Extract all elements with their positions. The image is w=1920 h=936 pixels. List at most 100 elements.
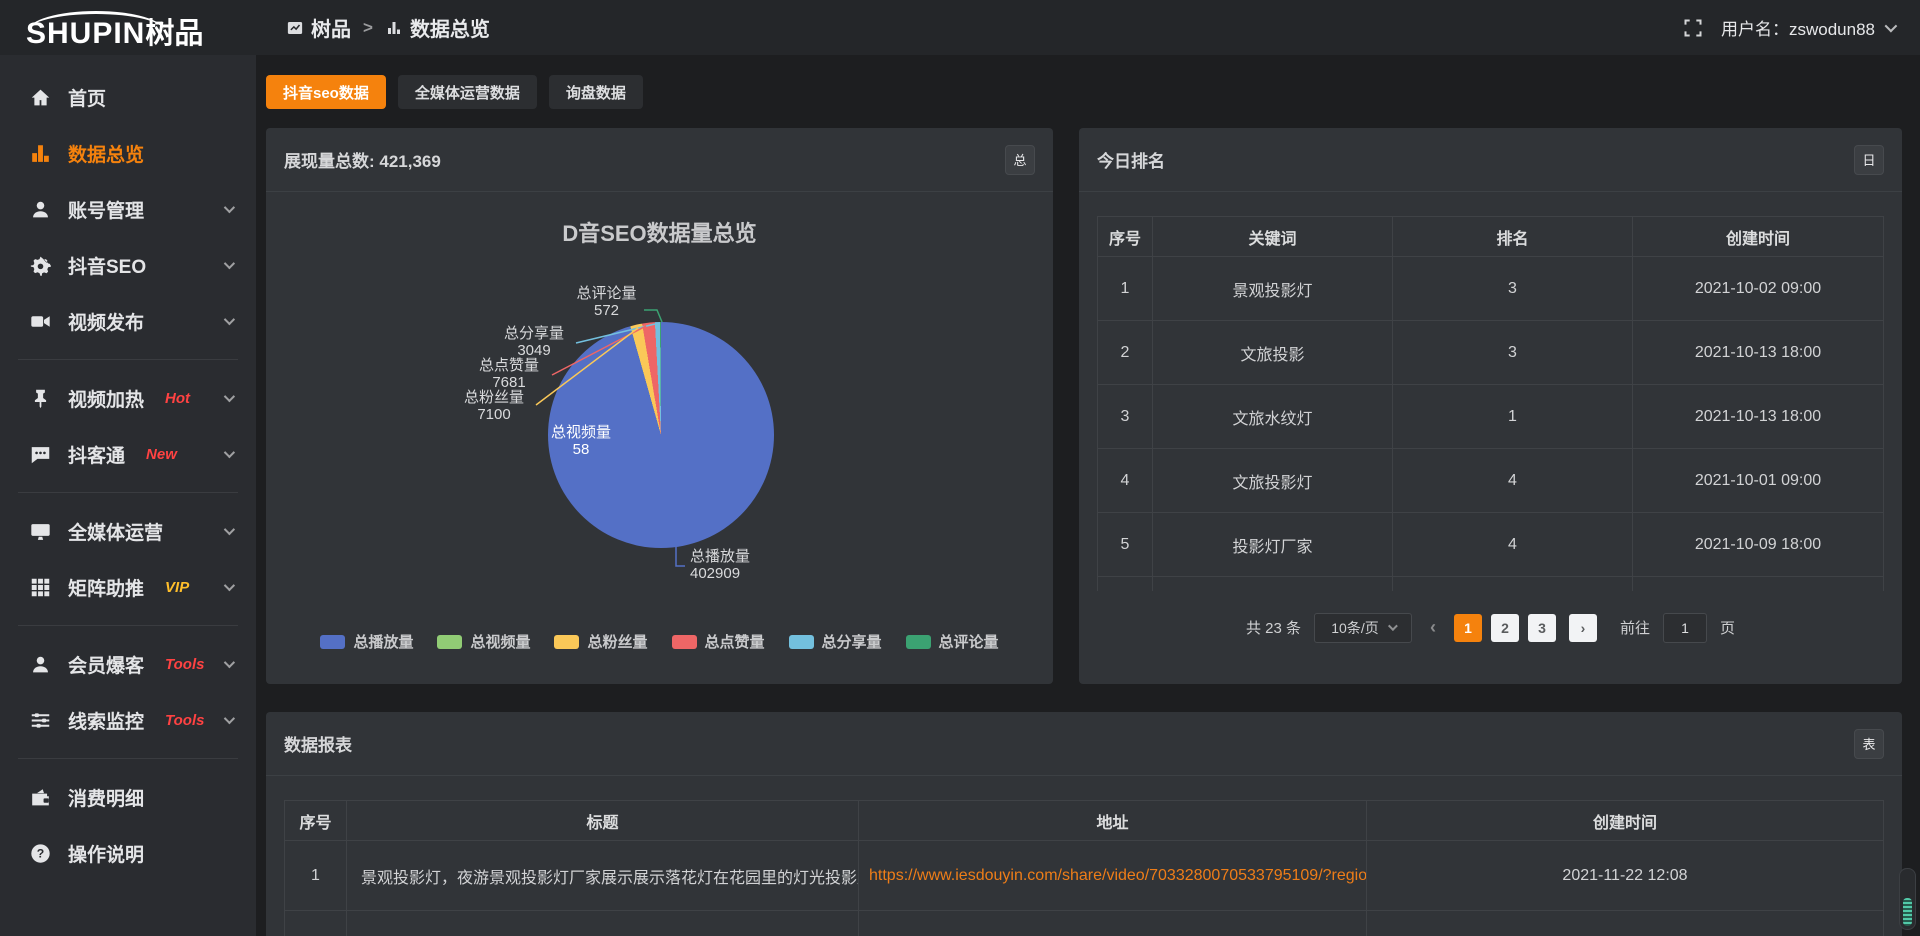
member-icon xyxy=(30,654,51,675)
wallet-icon xyxy=(30,787,51,808)
tab-inquiry-data[interactable]: 询盘数据 xyxy=(549,75,643,109)
breadcrumb-separator: > xyxy=(363,18,373,38)
sidebar-item-data-overview[interactable]: 数据总览 xyxy=(0,125,256,181)
table-cell xyxy=(1633,577,1884,591)
table-cell: 3 xyxy=(1393,257,1633,321)
sidebar-item-help[interactable]: ?操作说明 xyxy=(0,825,256,881)
chart-title: D音SEO数据量总览 xyxy=(266,216,1053,248)
legend-item[interactable]: 总视频量 xyxy=(437,631,530,652)
sidebar-item-douketong[interactable]: 抖客通 New xyxy=(0,426,256,482)
table-toggle-button[interactable]: 表 xyxy=(1854,729,1884,759)
tab-media-ops-data[interactable]: 全媒体运营数据 xyxy=(398,75,537,109)
page-size-select[interactable]: 10条/页 xyxy=(1314,613,1412,643)
page-button-1[interactable]: 1 xyxy=(1454,614,1482,642)
sidebar-item-label: 视频发布 xyxy=(68,308,144,335)
table-cell: 1 xyxy=(1393,385,1633,449)
pie-label-fans: 总粉丝量7100 xyxy=(454,389,534,423)
page-button-2[interactable]: 2 xyxy=(1491,614,1519,642)
bar-chart-icon xyxy=(30,143,51,164)
home-icon xyxy=(30,87,51,108)
ranking-panel-title: 今日排名 xyxy=(1097,147,1165,172)
column-header: 创建时间 xyxy=(1367,801,1884,841)
sidebar-item-clue-monitor[interactable]: 线索监控 Tools xyxy=(0,692,256,748)
legend-item[interactable]: 总分享量 xyxy=(789,631,882,652)
sidebar-item-member-leads[interactable]: 会员爆客Tools xyxy=(0,636,256,692)
help-icon: ? xyxy=(30,843,51,864)
column-header: 创建时间 xyxy=(1633,217,1884,257)
sidebar-item-matrix-boost[interactable]: 矩阵助推VIP xyxy=(0,559,256,615)
legend-item[interactable]: 总点赞量 xyxy=(672,631,765,652)
scrollbar[interactable] xyxy=(1899,868,1916,930)
sidebar-item-video-heat[interactable]: 视频加热Hot xyxy=(0,370,256,426)
legend-item[interactable]: 总播放量 xyxy=(320,631,413,652)
legend-swatch xyxy=(554,635,579,649)
legend-item[interactable]: 总评论量 xyxy=(906,631,999,652)
tab-douyin-seo-data[interactable]: 抖音seo数据 xyxy=(266,75,386,109)
table-cell xyxy=(1367,911,1884,936)
day-toggle-button[interactable]: 日 xyxy=(1854,145,1884,175)
chevron-down-icon xyxy=(1885,20,1898,33)
column-header: 序号 xyxy=(1098,217,1153,257)
report-panel: 数据报表 表 序号标题地址创建时间 1景观投影灯，夜游景观投影灯厂家展示展示落花… xyxy=(266,712,1902,936)
legend-item[interactable]: 总粉丝量 xyxy=(554,631,647,652)
chevron-down-icon xyxy=(1388,621,1398,631)
legend-swatch xyxy=(906,635,931,649)
next-page-button[interactable]: › xyxy=(1569,614,1597,642)
breadcrumb-label: 树品 xyxy=(311,13,351,42)
goto-page-input[interactable] xyxy=(1663,613,1707,643)
report-panel-header: 数据报表 表 xyxy=(266,712,1902,776)
user-menu[interactable]: 用户名：zswodun88 xyxy=(1721,15,1894,40)
sidebar-item-media-ops[interactable]: 全媒体运营 xyxy=(0,503,256,559)
breadcrumb-item-current[interactable]: 数据总览 xyxy=(385,13,490,42)
report-table: 序号标题地址创建时间 1景观投影灯，夜游景观投影灯厂家展示展示落花灯在花园里的灯… xyxy=(284,800,1884,936)
chevron-down-icon xyxy=(224,524,235,535)
sidebar-item-video-publish[interactable]: 视频发布 xyxy=(0,293,256,349)
page-button-3[interactable]: 3 xyxy=(1528,614,1556,642)
breadcrumb-item-home[interactable]: 树品 xyxy=(286,13,351,42)
mini-bar-chart-icon xyxy=(385,19,403,37)
total-toggle-button[interactable]: 总 xyxy=(1005,145,1035,175)
table-cell: 5 xyxy=(1098,513,1153,577)
sidebar-item-consumption[interactable]: 消费明细 xyxy=(0,769,256,825)
pagination-total: 共 23 条 xyxy=(1246,617,1301,638)
column-header: 序号 xyxy=(285,801,347,841)
table-cell: 4 xyxy=(1393,449,1633,513)
divider xyxy=(18,492,238,493)
sidebar-item-label: 线索监控 xyxy=(68,707,144,734)
legend-label: 总播放量 xyxy=(353,631,413,652)
brand-logo[interactable]: SHUPIN 树品 xyxy=(0,7,256,49)
tab-bar: 抖音seo数据全媒体运营数据询盘数据 xyxy=(266,75,1902,109)
table-cell: 2021-10-13 18:00 xyxy=(1633,321,1884,385)
link-cell[interactable]: https://www.iesdouyin.com/share/video/70… xyxy=(859,841,1367,911)
chevron-down-icon xyxy=(224,447,235,458)
pie-label-likes: 总点赞量7681 xyxy=(469,357,549,391)
table-cell: 3 xyxy=(1393,321,1633,385)
sidebar-item-badge: VIP xyxy=(165,579,189,596)
legend-label: 总点赞量 xyxy=(705,631,765,652)
table-cell xyxy=(859,911,1367,936)
sidebar-item-account[interactable]: 账号管理 xyxy=(0,181,256,237)
sidebar-item-home[interactable]: 首页 xyxy=(0,69,256,125)
pin-icon xyxy=(30,388,51,409)
sliders-icon xyxy=(30,710,51,731)
table-header-row: 序号标题地址创建时间 xyxy=(285,801,1884,841)
scrollbar-thumb[interactable] xyxy=(1903,898,1912,926)
sidebar-item-badge: Tools xyxy=(165,712,204,729)
sidebar-item-badge: New xyxy=(146,446,177,463)
table-row: 1景观投影灯32021-10-02 09:00 xyxy=(1098,257,1884,321)
video-camera-icon xyxy=(30,311,51,332)
prev-page-button[interactable]: ‹ xyxy=(1425,617,1441,638)
pie-chart: D音SEO数据量总览 总评论量572 总分享量3049 xyxy=(266,192,1053,662)
table-row: 2文旅投影32021-10-13 18:00 xyxy=(1098,321,1884,385)
sidebar-item-label: 视频加热 xyxy=(68,385,144,412)
table-cell: 2 xyxy=(1098,321,1153,385)
table-row: 4文旅投影灯42021-10-01 09:00 xyxy=(1098,449,1884,513)
svg-text:?: ? xyxy=(37,846,44,860)
table-cell: 2021-10-01 09:00 xyxy=(1633,449,1884,513)
sidebar-item-label: 抖客通 xyxy=(68,441,125,468)
table-header-row: 序号关键词排名创建时间 xyxy=(1098,217,1884,257)
gear-icon xyxy=(30,255,51,276)
sidebar-item-douyin-seo[interactable]: 抖音SEO xyxy=(0,237,256,293)
sidebar-item-badge: Tools xyxy=(165,656,204,673)
fullscreen-icon[interactable] xyxy=(1683,18,1703,38)
